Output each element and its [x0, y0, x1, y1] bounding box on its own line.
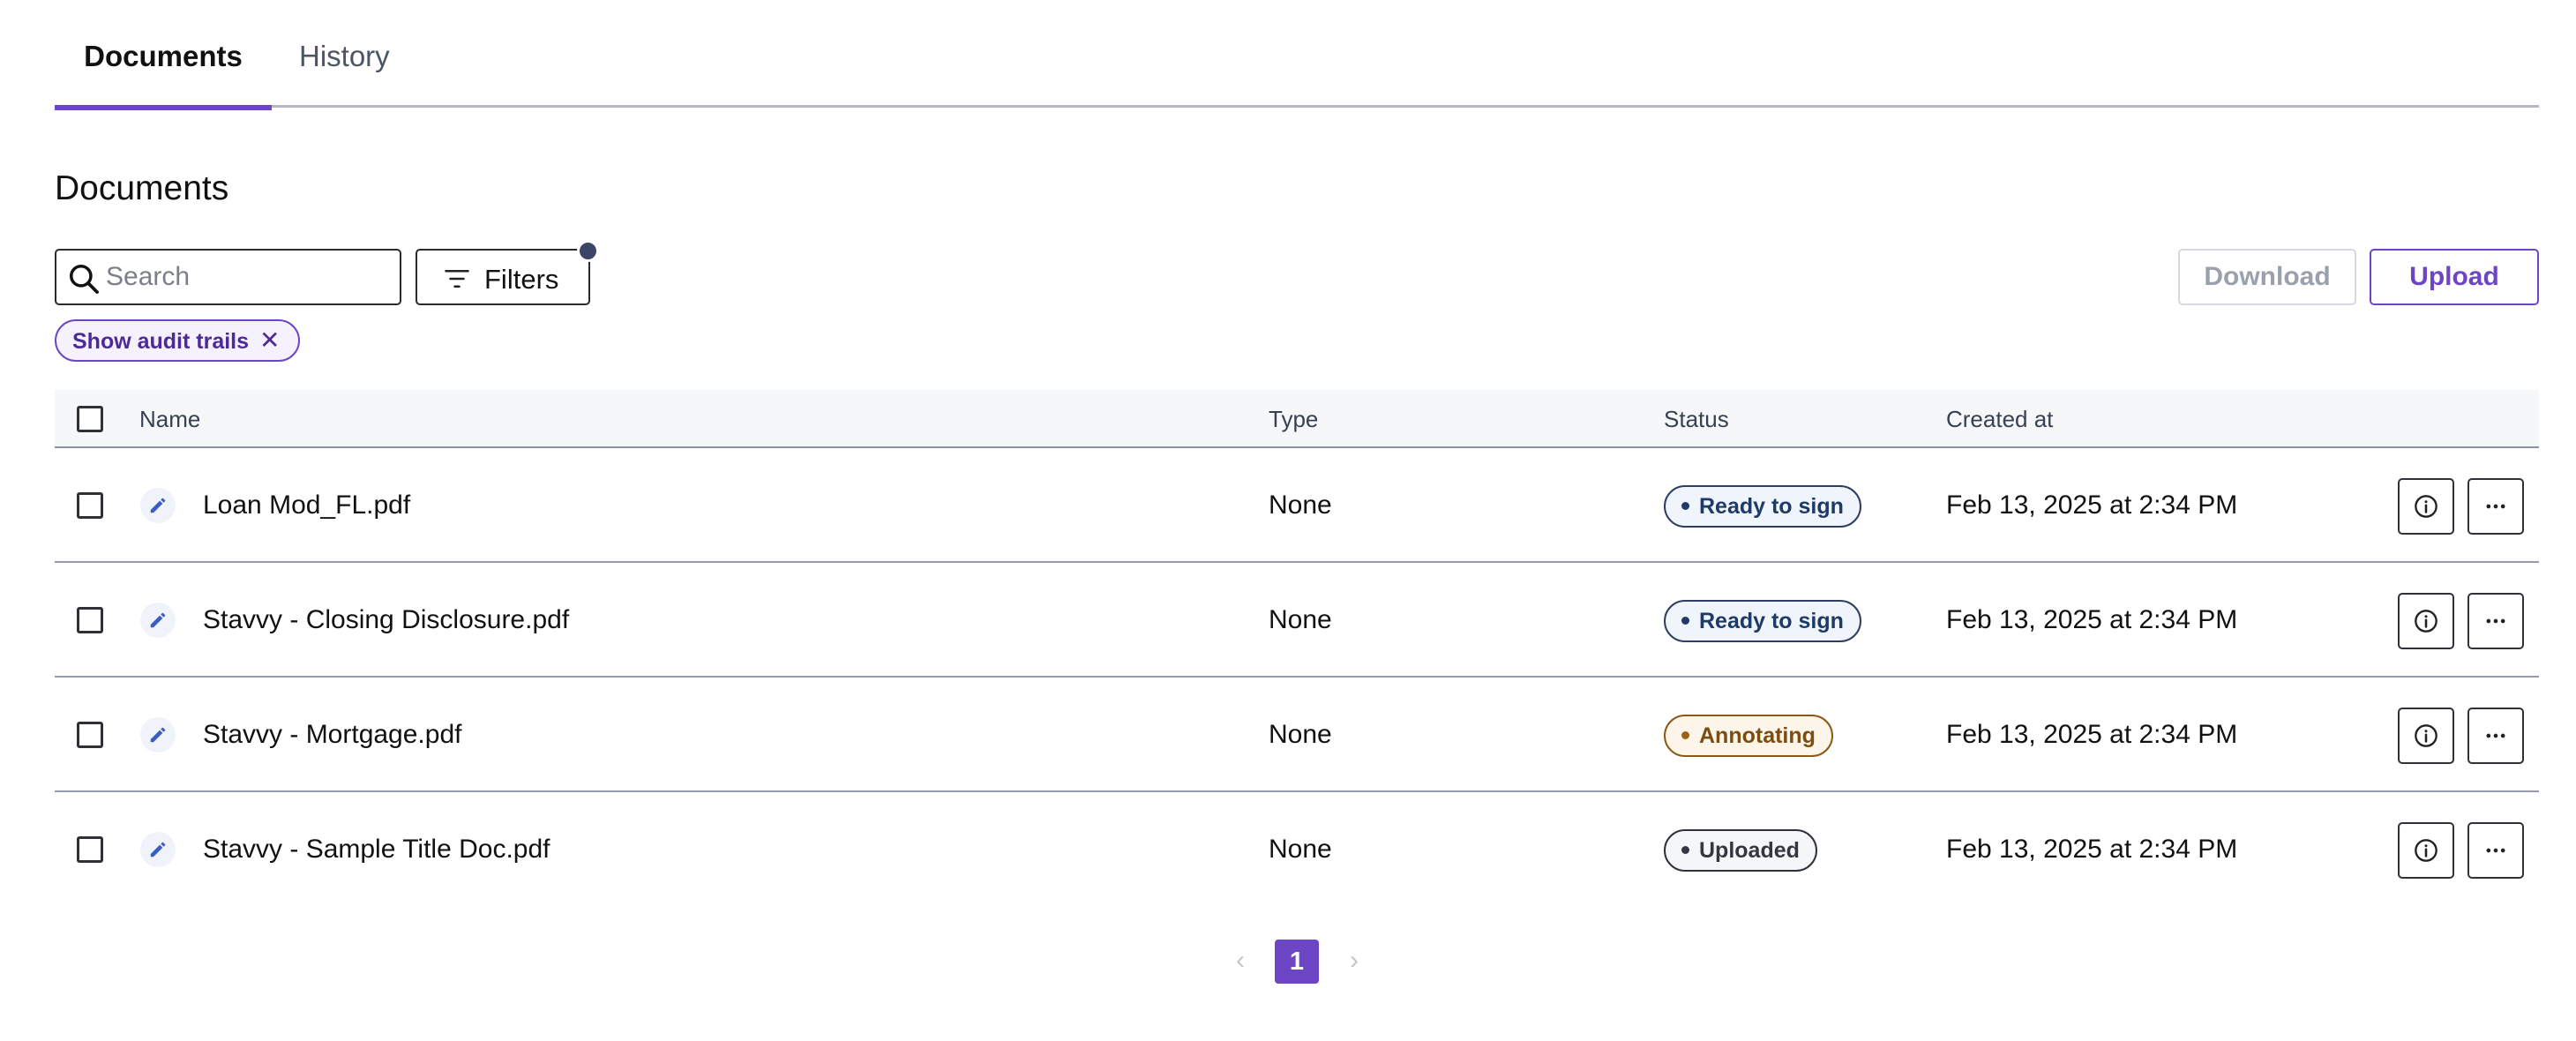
tab-bar: Documents History	[55, 0, 2539, 110]
more-horizontal-icon	[2486, 504, 2505, 509]
column-header-type[interactable]: Type	[1269, 390, 1318, 448]
search-box[interactable]	[55, 249, 401, 305]
status-dot	[1681, 501, 1689, 510]
row-checkbox[interactable]	[77, 722, 103, 748]
more-actions-button[interactable]	[2467, 593, 2524, 649]
status-badge: Ready to sign	[1664, 485, 1861, 528]
document-type: None	[1269, 605, 1332, 634]
edit-badge[interactable]	[140, 832, 176, 867]
status-label: Ready to sign	[1699, 494, 1844, 519]
created-at: Feb 13, 2025 at 2:34 PM	[1946, 605, 2238, 634]
more-horizontal-icon	[2486, 848, 2505, 853]
status-badge: Ready to sign	[1664, 600, 1861, 642]
column-header-created-at[interactable]: Created at	[1946, 390, 2053, 448]
status-label: Uploaded	[1699, 838, 1800, 863]
document-type: None	[1269, 491, 1332, 520]
previous-page-button[interactable]: ‹	[1223, 940, 1258, 984]
tab-documents[interactable]: Documents	[55, 0, 272, 110]
created-at: Feb 13, 2025 at 2:34 PM	[1946, 720, 2238, 749]
column-header-name[interactable]: Name	[139, 390, 200, 448]
document-name[interactable]: Stavvy - Sample Title Doc.pdf	[203, 792, 550, 907]
pencil-icon	[150, 612, 166, 628]
table-row[interactable]: Stavvy - Mortgage.pdf None Annotating Fe…	[55, 678, 2539, 792]
more-actions-button[interactable]	[2467, 478, 2524, 535]
download-button[interactable]: Download	[2178, 249, 2356, 305]
more-horizontal-icon	[2486, 733, 2505, 738]
status-badge: Uploaded	[1664, 829, 1817, 872]
status-label: Annotating	[1699, 723, 1816, 748]
filters-active-indicator	[577, 240, 599, 262]
select-all-checkbox[interactable]	[77, 406, 103, 432]
row-checkbox[interactable]	[77, 836, 103, 863]
filters-label: Filters	[484, 264, 559, 295]
info-icon	[2415, 495, 2437, 518]
info-icon	[2415, 610, 2437, 633]
filters-button[interactable]: Filters	[416, 249, 590, 305]
pencil-icon	[150, 727, 166, 743]
pagination: ‹ 1 ›	[55, 940, 2539, 984]
pencil-icon	[150, 498, 166, 513]
info-button[interactable]	[2398, 593, 2454, 649]
documents-table: Name Type Status Created at Loan Mod_FL.…	[55, 390, 2539, 907]
document-type: None	[1269, 720, 1332, 749]
row-checkbox[interactable]	[77, 492, 103, 519]
info-button[interactable]	[2398, 708, 2454, 764]
created-at: Feb 13, 2025 at 2:34 PM	[1946, 835, 2238, 864]
more-actions-button[interactable]	[2467, 708, 2524, 764]
status-dot	[1681, 845, 1689, 854]
document-type: None	[1269, 835, 1332, 864]
status-dot	[1681, 730, 1689, 739]
edit-badge[interactable]	[140, 603, 176, 638]
status-badge: Annotating	[1664, 715, 1833, 757]
status-dot	[1681, 616, 1689, 625]
status-label: Ready to sign	[1699, 609, 1844, 633]
documents-page: Documents History Documents Filters Down…	[55, 0, 2539, 984]
info-icon	[2415, 724, 2437, 747]
document-name[interactable]: Loan Mod_FL.pdf	[203, 448, 410, 563]
section-title: Documents	[55, 169, 229, 207]
edit-badge[interactable]	[140, 717, 176, 753]
table-row[interactable]: Stavvy - Closing Disclosure.pdf None Rea…	[55, 563, 2539, 678]
info-button[interactable]	[2398, 822, 2454, 879]
more-actions-button[interactable]	[2467, 822, 2524, 879]
chip-label: Show audit trails	[72, 329, 250, 354]
search-icon	[70, 265, 99, 294]
upload-button[interactable]: Upload	[2370, 249, 2539, 305]
table-row[interactable]: Loan Mod_FL.pdf None Ready to sign Feb 1…	[55, 448, 2539, 563]
tab-history[interactable]: History	[299, 0, 390, 108]
document-name[interactable]: Stavvy - Closing Disclosure.pdf	[203, 563, 569, 678]
filter-icon	[445, 270, 469, 288]
created-at: Feb 13, 2025 at 2:34 PM	[1946, 491, 2238, 520]
document-name[interactable]: Stavvy - Mortgage.pdf	[203, 678, 461, 792]
more-horizontal-icon	[2486, 618, 2505, 624]
info-button[interactable]	[2398, 478, 2454, 535]
table-row[interactable]: Stavvy - Sample Title Doc.pdf None Uploa…	[55, 792, 2539, 907]
table-header: Name Type Status Created at	[55, 390, 2539, 448]
edit-badge[interactable]	[140, 488, 176, 523]
next-page-button[interactable]: ›	[1337, 940, 1372, 984]
info-icon	[2415, 839, 2437, 862]
search-input[interactable]	[106, 252, 388, 302]
page-button-current[interactable]: 1	[1275, 940, 1319, 984]
audit-trails-chip[interactable]: Show audit trails ✕	[55, 319, 300, 362]
column-header-status[interactable]: Status	[1664, 390, 1729, 448]
close-icon[interactable]: ✕	[259, 326, 280, 354]
row-checkbox[interactable]	[77, 607, 103, 633]
pencil-icon	[150, 842, 166, 858]
